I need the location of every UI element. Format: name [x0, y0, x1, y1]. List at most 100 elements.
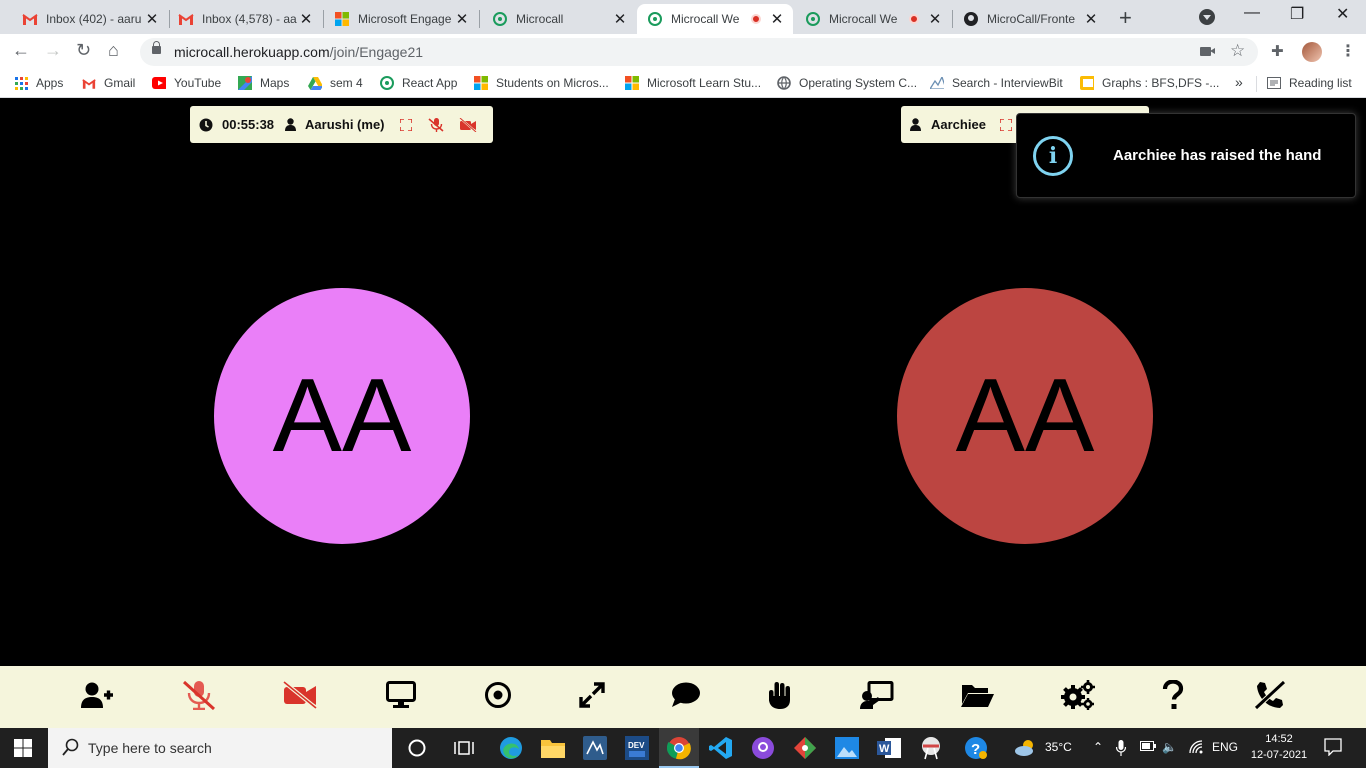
bookmark-interviewbit[interactable]: Search - InterviewBit: [930, 76, 1063, 90]
leave-call-button[interactable]: [1252, 679, 1288, 714]
close-tab-icon[interactable]: ✕: [1083, 10, 1099, 28]
browser-tab[interactable]: Inbox (4,578) - aa ✕: [168, 4, 322, 34]
bookmark-youtube[interactable]: YouTube: [152, 76, 221, 90]
svg-text:W: W: [879, 743, 890, 755]
menu-kebab-icon[interactable]: ⋮: [1340, 41, 1356, 61]
windows-start-icon[interactable]: [14, 739, 32, 762]
url-text[interactable]: microcall.herokuapp.com/join/Engage21: [174, 44, 423, 60]
language-indicator[interactable]: ENG: [1212, 740, 1238, 754]
microsoft-icon: [334, 11, 350, 27]
notifications-icon[interactable]: [1324, 738, 1342, 759]
weather-temperature[interactable]: 35°C: [1045, 740, 1072, 754]
browser-tab[interactable]: Microsoft Engage ✕: [324, 4, 478, 34]
close-tab-icon[interactable]: ✕: [454, 10, 470, 28]
restore-icon[interactable]: ❐: [1290, 4, 1304, 24]
close-window-icon[interactable]: ✕: [1336, 4, 1349, 24]
browser-tab[interactable]: MicroCall/Fronte ✕: [953, 4, 1107, 34]
show-hidden-icons[interactable]: ⌃: [1093, 740, 1103, 754]
help-button[interactable]: [1155, 678, 1191, 714]
gmail-icon: [178, 11, 194, 27]
bookmark-gmail[interactable]: Gmail: [82, 76, 135, 90]
record-button[interactable]: [480, 680, 516, 714]
minimize-icon[interactable]: —: [1244, 4, 1260, 22]
weather-icon[interactable]: [1014, 737, 1038, 760]
browser-tab-active[interactable]: Microcall We ✕: [637, 4, 793, 34]
share-screen-button[interactable]: [383, 680, 419, 714]
cortana-icon[interactable]: [405, 736, 429, 760]
bookmark-maps[interactable]: Maps: [238, 76, 289, 90]
reload-icon[interactable]: ↻: [76, 40, 91, 61]
bookmark-label: Maps: [260, 76, 290, 90]
close-tab-icon[interactable]: ✕: [144, 10, 160, 28]
browser-tab[interactable]: Microcall We ✕: [795, 4, 951, 34]
task-view-icon[interactable]: [452, 736, 476, 760]
reading-list[interactable]: Reading list: [1267, 76, 1352, 90]
bookmark-operating-system[interactable]: Operating System C...: [777, 76, 917, 90]
camera-in-use-icon[interactable]: [1200, 47, 1215, 56]
bookmark-sem4[interactable]: sem 4: [308, 76, 363, 90]
wifi-icon[interactable]: [1189, 740, 1205, 757]
settings-button[interactable]: [1060, 679, 1096, 714]
close-tab-icon[interactable]: ✕: [612, 10, 628, 28]
microcall-icon: [805, 11, 821, 27]
camera-button[interactable]: [282, 679, 318, 714]
video-slash-icon[interactable]: [458, 117, 477, 132]
new-tab-icon[interactable]: +: [1119, 5, 1132, 31]
tab-search-icon[interactable]: [1199, 9, 1215, 25]
snip-tool-icon[interactable]: [919, 736, 943, 760]
microphone-slash-icon[interactable]: [427, 117, 444, 132]
git-gui-icon[interactable]: [793, 736, 817, 760]
bookmark-react-app[interactable]: React App: [380, 76, 457, 90]
microphone-tray-icon[interactable]: [1115, 740, 1127, 759]
add-participant-button[interactable]: [79, 680, 115, 714]
edge-icon[interactable]: [499, 736, 523, 760]
forward-icon[interactable]: →: [44, 40, 62, 61]
photos-icon[interactable]: [835, 736, 859, 760]
expand-icon[interactable]: [999, 118, 1012, 131]
address-bar[interactable]: microcall.herokuapp.com/join/Engage21 ☆: [140, 38, 1258, 66]
home-icon[interactable]: ⌂: [108, 40, 119, 61]
windows-taskbar: Type here to search DEV W ? 35°C ⌃ 🔈 ENG…: [0, 728, 1366, 768]
whiteboard-button[interactable]: [859, 680, 895, 714]
expand-icon[interactable]: [399, 118, 412, 131]
bookmark-apps[interactable]: Apps: [14, 76, 63, 90]
taskbar-clock[interactable]: 14:52 12-07-2021: [1248, 731, 1310, 763]
bookmark-star-icon[interactable]: ☆: [1230, 41, 1245, 61]
chrome-icon[interactable]: [667, 736, 691, 760]
extensions-icon[interactable]: ✚: [1271, 42, 1284, 60]
tab-title: Microcall We: [671, 12, 740, 26]
mysql-workbench-icon[interactable]: [583, 736, 607, 760]
microsoft-icon: [625, 76, 639, 90]
get-help-icon[interactable]: ?: [964, 736, 988, 760]
word-icon[interactable]: W: [877, 736, 901, 760]
files-button[interactable]: [959, 680, 995, 714]
browser-tab[interactable]: Inbox (402) - aaru ✕: [12, 4, 168, 34]
browser-tab[interactable]: Microcall ✕: [482, 4, 636, 34]
microcall-icon: [380, 76, 394, 90]
notification-message: Aarchiee has raised the hand: [1113, 147, 1322, 164]
record-icon: [484, 681, 512, 714]
fullscreen-button[interactable]: [574, 680, 610, 714]
user-icon: [910, 118, 921, 131]
taskbar-search-box[interactable]: Type here to search: [48, 728, 392, 768]
raise-hand-button[interactable]: [762, 680, 798, 714]
vscode-icon[interactable]: [709, 736, 733, 760]
close-tab-icon[interactable]: ✕: [298, 10, 314, 28]
user-icon: [285, 118, 297, 131]
back-icon[interactable]: ←: [12, 40, 30, 61]
bookmark-microsoft-learn[interactable]: Microsoft Learn Stu...: [625, 76, 761, 90]
close-tab-icon[interactable]: ✕: [769, 10, 785, 28]
local-participant-bar: 00:55:38 Aarushi (me): [190, 106, 493, 143]
bookmark-graphs[interactable]: Graphs : BFS,DFS -...: [1080, 76, 1219, 90]
close-tab-icon[interactable]: ✕: [927, 10, 943, 28]
microphone-button[interactable]: [181, 680, 217, 714]
volume-icon[interactable]: 🔈: [1162, 740, 1177, 754]
bookmark-students-microsoft[interactable]: Students on Micros...: [474, 76, 609, 90]
github-desktop-icon[interactable]: [751, 736, 775, 760]
battery-icon[interactable]: [1140, 740, 1156, 754]
file-explorer-icon[interactable]: [541, 736, 565, 760]
dev-cpp-icon[interactable]: DEV: [625, 736, 649, 760]
chat-button[interactable]: [668, 680, 704, 714]
more-bookmarks-icon[interactable]: »: [1235, 74, 1243, 90]
profile-avatar[interactable]: [1302, 42, 1322, 62]
